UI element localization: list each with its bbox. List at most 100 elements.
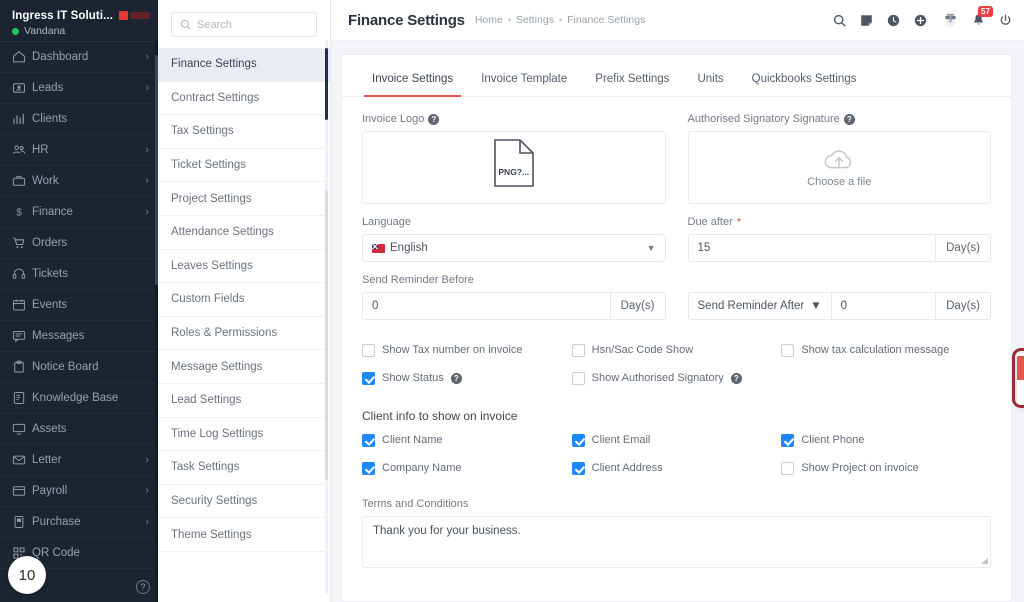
language-label: Language: [362, 216, 411, 228]
clock-icon[interactable]: [887, 14, 900, 27]
tab-prefix-settings[interactable]: Prefix Settings: [581, 73, 683, 96]
sidebar-item-messages[interactable]: Messages: [0, 321, 158, 352]
tab-quickbooks-settings[interactable]: Quickbooks Settings: [738, 73, 871, 96]
tab-label: Units: [697, 73, 724, 85]
dropdown-item-send-reminder-after[interactable]: Send Reminder After: [1017, 356, 1024, 380]
sidebar-item-assets[interactable]: Assets: [0, 414, 158, 445]
search-icon[interactable]: [833, 14, 846, 27]
sidebar-item-purchase[interactable]: Purchase ›: [0, 507, 158, 538]
book-icon: [12, 391, 32, 405]
checkbox-hsn-sac-code[interactable]: Hsn/Sac Code Show: [571, 339, 782, 361]
sidebar-item-finance[interactable]: $ Finance ›: [0, 197, 158, 228]
checkbox-show-tax-number[interactable]: Show Tax number on invoice: [362, 339, 572, 361]
sidebar-item-label: Notice Board: [32, 361, 99, 373]
reminder-type-dropdown-button[interactable]: Send Reminder After ▼: [687, 292, 831, 320]
help-icon[interactable]: ?: [730, 372, 742, 384]
sidebar-item-leads[interactable]: Leads ›: [0, 73, 158, 104]
due-after-input[interactable]: 15: [687, 234, 937, 262]
sidebar-item-letter[interactable]: Letter ›: [0, 445, 158, 476]
help-icon[interactable]: ?: [450, 372, 462, 384]
settings-item-security-settings[interactable]: Security Settings: [158, 485, 330, 519]
svg-text:$: $: [16, 208, 22, 219]
breadcrumb-link-home[interactable]: Home: [475, 14, 503, 26]
settings-item-ticket-settings[interactable]: Ticket Settings: [158, 149, 330, 183]
briefcase-icon: [12, 174, 32, 188]
checkbox-box: [362, 343, 375, 357]
invoice-logo-dropzone[interactable]: PNG?...: [362, 131, 666, 204]
signature-dropzone[interactable]: Choose a file: [687, 131, 991, 204]
help-icon[interactable]: ?: [136, 580, 150, 594]
checkbox-client-phone[interactable]: Client Phone: [781, 429, 991, 451]
settings-item-label: Tax Settings: [171, 125, 234, 138]
settings-item-lead-settings[interactable]: Lead Settings: [158, 384, 330, 418]
settings-scrollbar-thumb-secondary[interactable]: [325, 190, 328, 480]
checkbox-client-address[interactable]: Client Address: [571, 457, 782, 479]
sidebar-item-hr[interactable]: HR ›: [0, 135, 158, 166]
settings-item-leaves-settings[interactable]: Leaves Settings: [158, 250, 330, 284]
sidebar-item-label: HR: [32, 144, 49, 156]
reminder-after-input[interactable]: 0: [830, 292, 937, 320]
settings-search-box[interactable]: Search: [171, 12, 317, 37]
flag-icon: [372, 243, 385, 253]
language-select[interactable]: English ▼: [362, 234, 666, 262]
resize-grip-icon[interactable]: ◢: [981, 555, 988, 566]
sidebar-item-orders[interactable]: Orders: [0, 228, 158, 259]
help-icon[interactable]: ?: [428, 113, 440, 125]
plus-circle-icon[interactable]: [914, 14, 927, 27]
settings-item-roles-permissions[interactable]: Roles & Permissions: [158, 317, 330, 351]
left-sidebar: Ingress IT Soluti... Vandana Dashboard › L…: [0, 0, 158, 602]
tab-invoice-template[interactable]: Invoice Template: [467, 73, 581, 96]
terms-textarea[interactable]: Thank you for your business. ◢: [362, 516, 991, 568]
sidebar-item-notice-board[interactable]: Notice Board: [0, 352, 158, 383]
settings-item-message-settings[interactable]: Message Settings: [158, 350, 330, 384]
checkbox-client-name[interactable]: Client Name: [362, 429, 572, 451]
help-icon[interactable]: ?: [843, 113, 855, 125]
checkbox-company-name[interactable]: Company Name: [362, 457, 572, 479]
dollar-icon: $: [12, 205, 32, 219]
search-icon: [180, 19, 191, 30]
settings-item-attendance-settings[interactable]: Attendance Settings: [158, 216, 330, 250]
monitor-icon: [12, 422, 32, 436]
app-root: Ingress IT Soluti... Vandana Dashboard › L…: [0, 0, 1024, 602]
gift-icon[interactable]: [943, 13, 958, 28]
wallet-icon: [12, 484, 32, 498]
sidebar-item-tickets[interactable]: Tickets: [0, 259, 158, 290]
breadcrumb: Home • Settings • Finance Settings: [475, 14, 646, 26]
sidebar-item-payroll[interactable]: Payroll ›: [0, 476, 158, 507]
settings-item-custom-fields[interactable]: Custom Fields: [158, 283, 330, 317]
dropdown-item-send-reminder-every[interactable]: Send Reminder Every: [1017, 380, 1024, 404]
checkbox-show-status[interactable]: Show Status ?: [362, 367, 572, 389]
settings-item-theme-settings[interactable]: Theme Settings: [158, 518, 330, 552]
clipboard-icon: [12, 360, 32, 374]
settings-item-contract-settings[interactable]: Contract Settings: [158, 82, 330, 116]
settings-item-finance-settings[interactable]: Finance Settings: [158, 48, 330, 82]
reminder-before-input[interactable]: 0: [362, 292, 611, 320]
settings-scrollbar-thumb[interactable]: [325, 48, 328, 120]
sidebar-item-clients[interactable]: Clients: [0, 104, 158, 135]
checkbox-show-project-on-invoice[interactable]: Show Project on invoice: [781, 457, 991, 479]
checkbox-show-tax-calculation-message[interactable]: Show tax calculation message: [781, 339, 991, 361]
tab-units[interactable]: Units: [683, 73, 737, 96]
settings-item-project-settings[interactable]: Project Settings: [158, 182, 330, 216]
note-icon[interactable]: [860, 14, 873, 27]
settings-item-time-log-settings[interactable]: Time Log Settings: [158, 418, 330, 452]
settings-item-tax-settings[interactable]: Tax Settings: [158, 115, 330, 149]
checkbox-client-email[interactable]: Client Email: [571, 429, 782, 451]
sidebar-item-dashboard[interactable]: Dashboard ›: [0, 42, 158, 73]
tab-invoice-settings[interactable]: Invoice Settings: [358, 73, 467, 97]
sidebar-item-label: Leads: [32, 82, 64, 94]
power-icon[interactable]: [999, 14, 1012, 27]
checkbox-label: Client Name: [382, 434, 443, 446]
sidebar-item-work[interactable]: Work ›: [0, 166, 158, 197]
breadcrumb-link-settings[interactable]: Settings: [516, 14, 554, 26]
sidebar-item-events[interactable]: Events: [0, 290, 158, 321]
breadcrumb-link-finance-settings[interactable]: Finance Settings: [567, 14, 645, 26]
settings-items: Finance Settings Contract Settings Tax Set…: [158, 48, 330, 552]
checkbox-show-authorised-signatory[interactable]: Show Authorised Signatory ?: [571, 367, 782, 389]
bell-icon[interactable]: 57: [972, 6, 993, 27]
settings-item-task-settings[interactable]: Task Settings: [158, 451, 330, 485]
settings-item-label: Leaves Settings: [171, 259, 253, 272]
upload-cloud-icon: [824, 150, 852, 169]
signature-group: Authorised Signatory Signature ? Choose …: [687, 113, 991, 204]
sidebar-item-knowledge-base[interactable]: Knowledge Base: [0, 383, 158, 414]
